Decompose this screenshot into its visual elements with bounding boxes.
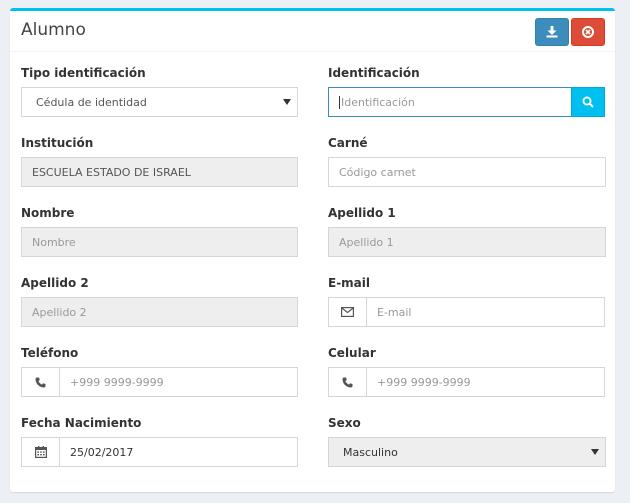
text-cursor	[339, 95, 340, 109]
identificacion-input[interactable]: Identificación	[328, 87, 572, 117]
tipo-identificacion-value: Cédula de identidad	[36, 95, 147, 109]
phone-addon	[22, 368, 60, 396]
sexo-select[interactable]: Masculino	[328, 437, 606, 467]
envelope-icon	[341, 307, 354, 317]
celular-label: Celular	[328, 346, 376, 360]
fecha-nacimiento-value: 25/02/2017	[70, 445, 134, 459]
fecha-nacimiento-label: Fecha Nacimiento	[21, 416, 142, 430]
apellido1-field: Apellido 1	[328, 227, 606, 257]
celular-field[interactable]: +999 9999-9999	[328, 367, 605, 397]
panel-header: Alumno	[10, 11, 615, 52]
sexo-value: Masculino	[343, 445, 398, 459]
sexo-label: Sexo	[328, 416, 361, 430]
email-field[interactable]: E-mail	[328, 297, 605, 327]
apellido2-label: Apellido 2	[21, 276, 89, 290]
close-button[interactable]	[571, 18, 605, 46]
download-button[interactable]	[535, 18, 569, 46]
calendar-addon	[22, 438, 60, 466]
calendar-icon	[34, 446, 47, 458]
search-button[interactable]	[571, 87, 605, 117]
phone-icon	[35, 377, 46, 387]
search-icon	[582, 96, 594, 108]
phone-icon	[342, 377, 353, 387]
close-circle-icon	[582, 26, 594, 38]
carne-label: Carné	[328, 136, 368, 150]
identificacion-placeholder: Identificación	[341, 95, 415, 109]
chevron-down-icon	[283, 99, 291, 105]
panel-title: Alumno	[21, 20, 86, 40]
email-label: E-mail	[328, 276, 371, 290]
phone-addon	[329, 368, 367, 396]
download-icon	[546, 26, 558, 38]
nombre-field: Nombre	[21, 227, 298, 257]
identificacion-label: Identificación	[328, 66, 420, 80]
tipo-identificacion-label: Tipo identificación	[21, 66, 146, 80]
chevron-down-icon	[591, 449, 599, 455]
carne-input[interactable]: Código carnet	[328, 157, 606, 187]
fecha-nacimiento-field[interactable]: 25/02/2017	[21, 437, 298, 467]
envelope-addon	[329, 298, 367, 326]
email-placeholder: E-mail	[377, 305, 412, 319]
tipo-identificacion-select[interactable]: Cédula de identidad	[21, 87, 298, 117]
telefono-field[interactable]: +999 9999-9999	[21, 367, 298, 397]
apellido2-field: Apellido 2	[21, 297, 298, 327]
apellido1-label: Apellido 1	[328, 206, 396, 220]
institucion-field: ESCUELA ESTADO DE ISRAEL	[21, 157, 298, 187]
institucion-label: Institución	[21, 136, 94, 150]
telefono-label: Teléfono	[21, 346, 79, 360]
celular-placeholder: +999 9999-9999	[377, 375, 471, 389]
nombre-label: Nombre	[21, 206, 75, 220]
telefono-placeholder: +999 9999-9999	[70, 375, 164, 389]
